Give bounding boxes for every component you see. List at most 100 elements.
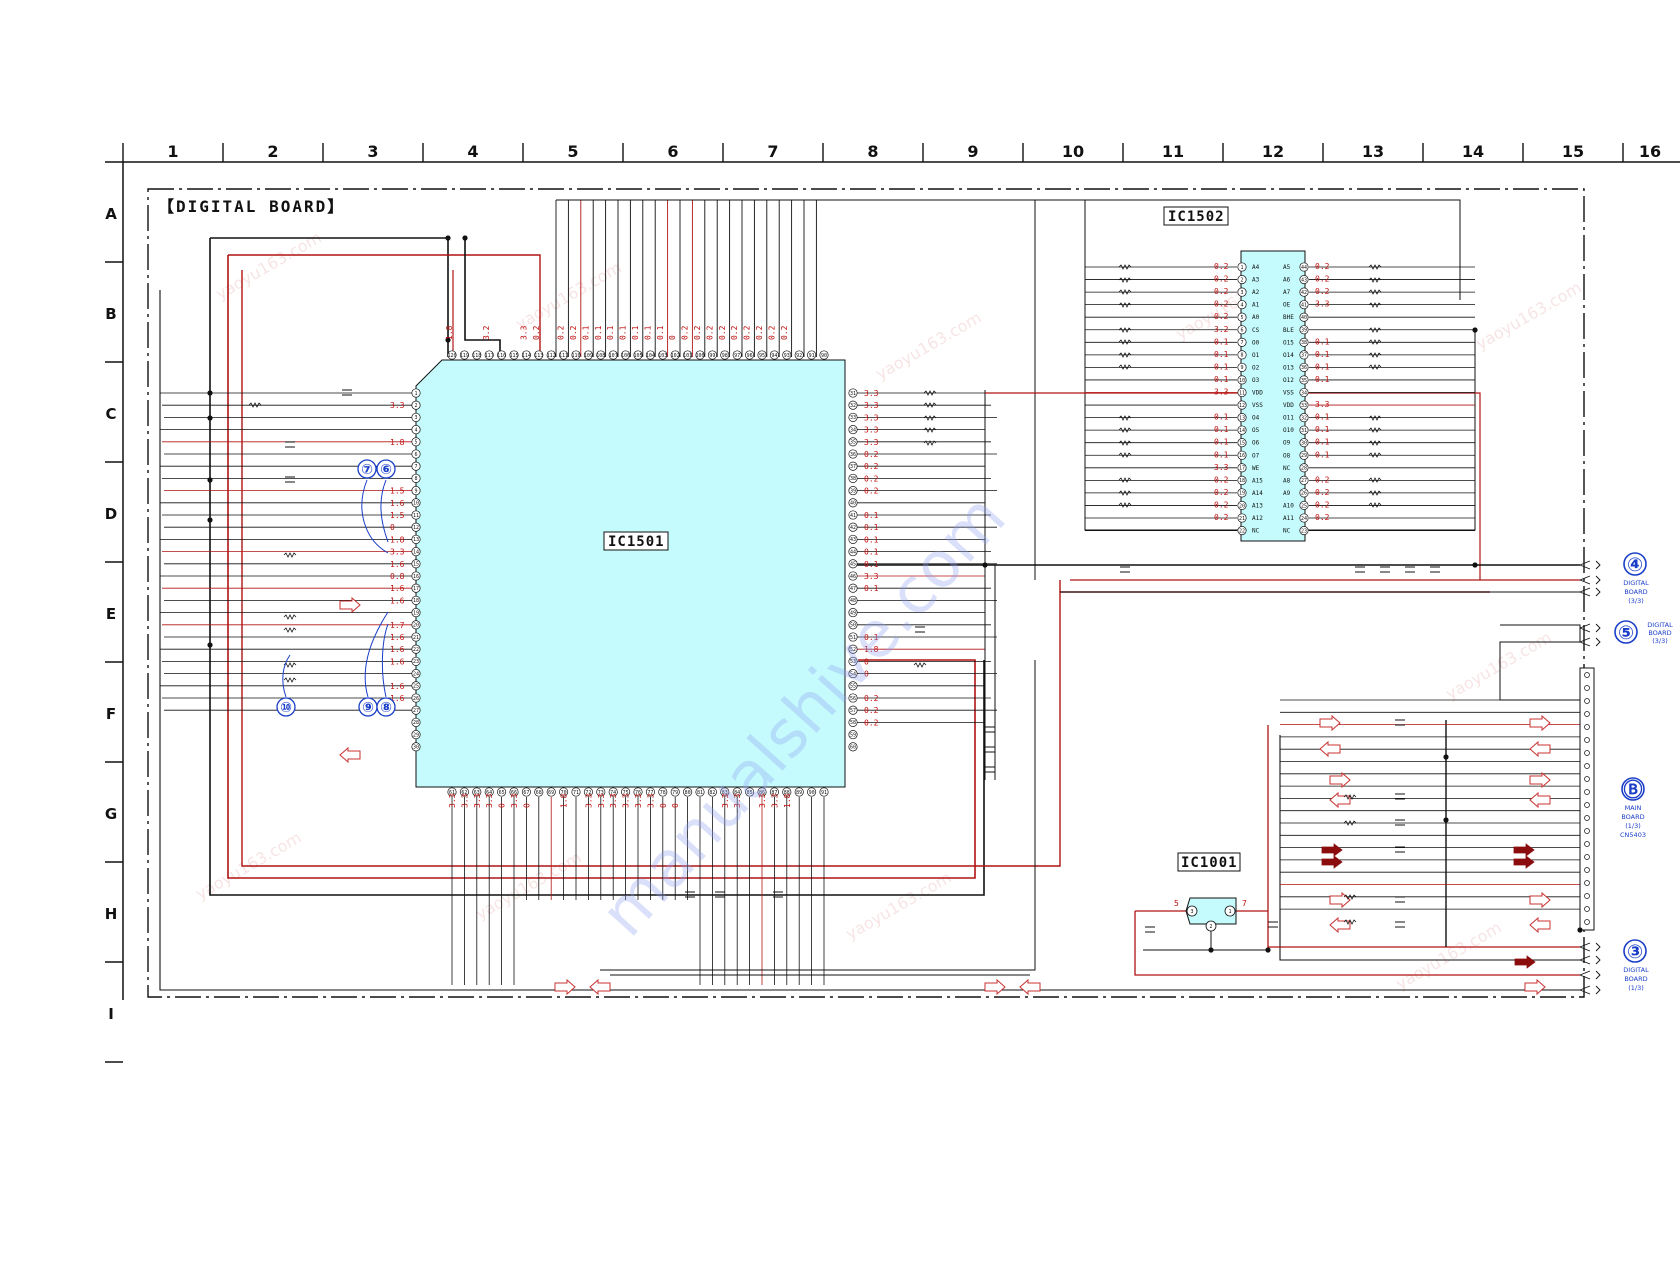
ic1501-pin-top-num: 119	[460, 353, 469, 359]
ic1501-pin-bottom-num: 79	[672, 790, 678, 796]
connector-main-board-b[interactable]: Ⓑ MAIN BOARD (1/3) CN5403	[1620, 777, 1646, 839]
ic1501-pin-top-num: 116	[497, 353, 506, 359]
ic1502-voltage-left: 0.1	[1214, 413, 1229, 422]
waveform-marker-8[interactable]: ⑧	[376, 697, 396, 717]
signal-arrow	[554, 978, 576, 996]
connector-arrow	[1579, 955, 1601, 965]
ic1501-pin-left-num: 7	[414, 464, 417, 470]
ic1501-pin-right-num: 33	[850, 415, 856, 421]
ic1501-pin-left-num: 9	[414, 488, 417, 494]
ic1501-pin-left-num: 19	[413, 610, 419, 616]
column-number: 1	[167, 142, 178, 161]
svg-text:BOARD: BOARD	[1624, 588, 1647, 596]
ic1501-pin-right-num: 32	[850, 403, 856, 409]
ic1501-pin-left-num: 16	[413, 574, 419, 580]
ic1502-pin-left-num: 6	[1240, 328, 1243, 334]
capacitor	[1395, 921, 1405, 928]
row-ruler: A B C D E F G H I	[105, 162, 124, 1063]
ic1502-pin-left-name: O6	[1252, 440, 1260, 447]
ic1502-pin-right-num: 44	[1301, 265, 1307, 271]
waveform-marker-6[interactable]: ⑥	[376, 459, 396, 479]
ic1502-pin-left-num: 1	[1240, 265, 1243, 271]
ic1501-pin-top-num: 101	[683, 353, 692, 359]
connector-digital-board-5[interactable]: ⑤ DIGITAL BOARD (3/3)	[1614, 620, 1673, 645]
connector-digital-board-4[interactable]: ④ DIGITAL BOARD (3/3)	[1623, 552, 1649, 605]
watermark-small: yaoyu163.com	[873, 308, 985, 384]
row-letter: C	[105, 405, 116, 423]
connector-b-pin	[1584, 919, 1590, 925]
ic1501-voltage-bottom: 3.3	[609, 793, 618, 808]
signal-arrow	[1529, 916, 1551, 934]
ic1501-pin-right-num: 41	[850, 513, 856, 519]
ic1501-pin-right-num: 45	[850, 562, 856, 568]
ic1501-voltage-top: 0.2	[730, 325, 739, 340]
ic1502-pin-right-name: VSS	[1283, 390, 1294, 397]
ic1501-pin-left-num: 22	[413, 647, 419, 653]
ic1001: IC1001 3 1 2 5 7	[1174, 852, 1247, 932]
signal-arrow	[1019, 978, 1041, 996]
ic1502-pin-right-name: A6	[1283, 277, 1291, 284]
signal-arrow	[1329, 916, 1351, 934]
ic1501-pin-top-num: 112	[547, 353, 556, 359]
connector-digital-board-3[interactable]: ③ DIGITAL BOARD (1/3)	[1623, 939, 1649, 992]
ic1502-pin-right-name: O11	[1283, 415, 1294, 422]
ic1501-pin-bottom-num: 78	[660, 790, 666, 796]
ic1501-pin-top-num: 109	[584, 353, 593, 359]
signal-arrow	[1319, 740, 1341, 758]
ic1502-voltage-left: 0.1	[1214, 337, 1229, 346]
ic1502-pin-right-num: 34	[1301, 390, 1307, 396]
signal-arrow	[984, 978, 1006, 996]
ic1501-voltage-right: 3.3	[864, 413, 879, 422]
svg-text:CN5403: CN5403	[1620, 831, 1646, 839]
ic1501-voltage-top: 0.2	[755, 325, 764, 340]
ic1502-voltage-right: 0.2	[1315, 513, 1330, 522]
connector-b-pin	[1584, 750, 1590, 756]
ic1502-voltage-left: 0.1	[1214, 350, 1229, 359]
ic1501-pin-top-num: 104	[646, 353, 655, 359]
capacitor	[985, 766, 995, 773]
ic1502-voltage-right: 0.2	[1315, 287, 1330, 296]
column-number: 5	[567, 142, 578, 161]
ic1501-pin-top-num: 110	[571, 353, 580, 359]
row-letter: G	[105, 805, 117, 823]
ic1001-voltage-right: 7	[1242, 899, 1247, 908]
connector-arrow	[1579, 970, 1601, 980]
svg-text:⑥: ⑥	[380, 462, 392, 478]
capacitor	[1145, 926, 1155, 933]
signal-arrow-filled	[1321, 855, 1343, 869]
ic1502-voltage-left: 0.1	[1214, 375, 1229, 384]
waveform-marker-10[interactable]: ⑩	[276, 697, 296, 717]
ic1501-voltage-right: 0.2	[864, 474, 879, 483]
svg-text:⑦: ⑦	[361, 462, 373, 478]
connector-b-pin	[1584, 815, 1590, 821]
ic1502-voltage-right: 0.2	[1315, 475, 1330, 484]
ic1502-pin-left-num: 11	[1239, 390, 1245, 396]
ic1502-pin-right-name: A11	[1283, 515, 1294, 522]
ic1502-voltage-right: 0.1	[1315, 375, 1330, 384]
ic1502-voltage-right: 3.3	[1315, 300, 1330, 309]
ic1501-pin-left-num: 28	[413, 720, 419, 726]
column-number: 4	[467, 142, 478, 161]
ic1501-pin-top-num: 107	[609, 353, 618, 359]
ic1501-voltage-top: 0.2	[743, 325, 752, 340]
ic1501-voltage-bottom: 3.3	[510, 793, 519, 808]
ic1502-voltage-right: 0.1	[1315, 425, 1330, 434]
ic1501-pin-top-num: 91	[809, 353, 815, 359]
ic1501-voltage-top: 0.2	[569, 325, 578, 340]
column-number: 13	[1362, 142, 1384, 161]
ic1501-pin-bottom-num: 68	[536, 790, 542, 796]
ic1001-pin-bottom-num: 2	[1209, 924, 1212, 930]
ic1501-pin-top-num: 94	[771, 353, 777, 359]
svg-text:BOARD: BOARD	[1648, 629, 1671, 637]
junction-dot	[1265, 947, 1271, 953]
ic1501-voltage-left: 1.5	[390, 511, 405, 520]
ic1501-voltage-top: 0.2	[705, 325, 714, 340]
ic1501-pin-top-num: 102	[671, 353, 680, 359]
ic1501-pin-right-num: 46	[850, 574, 856, 580]
ic1501-pin-bottom-num: 89	[796, 790, 802, 796]
signal-arrow-filled	[1321, 843, 1343, 857]
svg-text:DIGITAL: DIGITAL	[1623, 966, 1649, 974]
waveform-marker-7[interactable]: ⑦	[357, 459, 377, 479]
waveform-marker-9[interactable]: ⑨	[358, 697, 378, 717]
ic1502-pin-right-num: 37	[1301, 353, 1307, 359]
